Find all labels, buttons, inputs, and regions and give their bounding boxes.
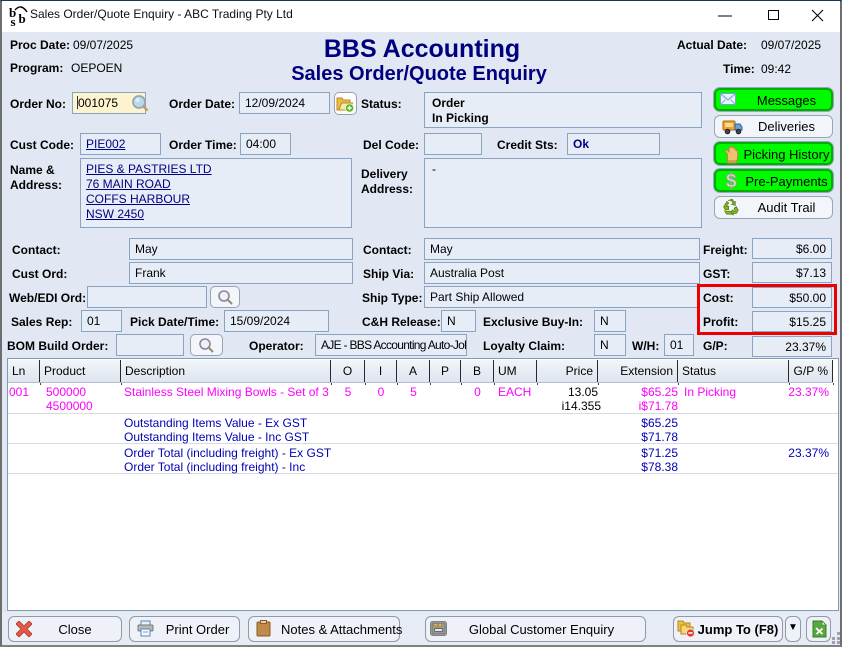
svg-text:s: s xyxy=(11,14,16,28)
svg-text:b: b xyxy=(19,11,26,26)
svg-text:$: $ xyxy=(726,171,737,190)
